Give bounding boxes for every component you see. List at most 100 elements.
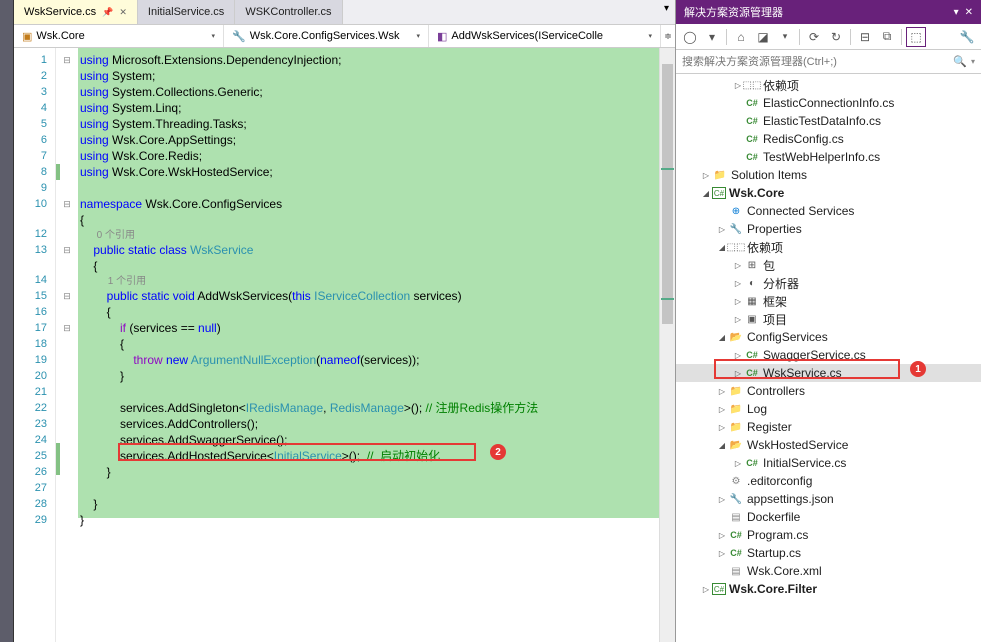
tree-row[interactable]: ▷🔧Properties: [676, 220, 981, 238]
search-input[interactable]: [682, 56, 953, 68]
cs-icon: C#: [728, 546, 744, 560]
tree-row[interactable]: ▤Wsk.Core.xml: [676, 562, 981, 580]
pin-icon[interactable]: 📌: [102, 7, 113, 18]
sync-icon[interactable]: ⟳: [804, 27, 824, 47]
nav-class[interactable]: 🔧 Wsk.Core.ConfigServices.Wsk ▾: [224, 25, 429, 47]
expand-icon[interactable]: ▷: [716, 423, 728, 432]
cs-icon: C#: [744, 132, 760, 146]
proj-icon: C#: [712, 583, 726, 595]
tree-label: ElasticConnectionInfo.cs: [763, 96, 894, 110]
tree-row[interactable]: ⚙.editorconfig: [676, 472, 981, 490]
tab-overflow[interactable]: ▾: [658, 0, 675, 24]
expand-icon[interactable]: ▷: [716, 531, 728, 540]
split-icon[interactable]: ≑: [661, 31, 675, 42]
refresh-icon[interactable]: ↻: [826, 27, 846, 47]
code-content[interactable]: using Microsoft.Extensions.DependencyInj…: [78, 48, 659, 642]
back-icon[interactable]: ◯: [680, 27, 700, 47]
showfiles-icon[interactable]: ⬚: [906, 27, 926, 47]
tab-initialservice[interactable]: InitialService.cs: [138, 0, 235, 24]
tree-row[interactable]: ◢📂ConfigServices: [676, 328, 981, 346]
expand-icon[interactable]: ◢: [716, 441, 728, 450]
tree-label: Controllers: [747, 384, 805, 398]
filter-icon[interactable]: ▾: [775, 27, 795, 47]
tree-row[interactable]: ▷C#Wsk.Core.Filter: [676, 580, 981, 598]
tree-row[interactable]: ▷📁Log: [676, 400, 981, 418]
tree-row[interactable]: ◢C#Wsk.Core: [676, 184, 981, 202]
tree-row[interactable]: C#ElasticConnectionInfo.cs: [676, 94, 981, 112]
expand-icon[interactable]: ◢: [716, 333, 728, 342]
expand-icon[interactable]: ▷: [716, 549, 728, 558]
ref-icon: ▦: [744, 294, 760, 308]
tree-row[interactable]: ▷C#InitialService.cs: [676, 454, 981, 472]
tree-label: .editorconfig: [747, 474, 812, 488]
copy-icon[interactable]: ⧉: [877, 27, 897, 47]
expand-icon[interactable]: ▷: [732, 459, 744, 468]
expand-icon[interactable]: ▷: [716, 225, 728, 234]
expand-icon[interactable]: ▷: [732, 261, 744, 270]
tab-wskservice[interactable]: WskService.cs 📌 ✕: [14, 0, 138, 24]
cs-icon: C#: [744, 114, 760, 128]
solution-tree[interactable]: 1 ▷⬚⬚依赖项C#ElasticConnectionInfo.csC#Elas…: [676, 74, 981, 642]
expand-icon[interactable]: ▷: [700, 171, 712, 180]
expand-icon[interactable]: ▷: [716, 405, 728, 414]
tree-label: RedisConfig.cs: [763, 132, 844, 146]
close-icon[interactable]: ✕: [965, 7, 973, 18]
search-dd-icon[interactable]: ▾: [971, 57, 975, 66]
properties-icon[interactable]: 🔧: [957, 27, 977, 47]
ref-icon: ◐: [744, 276, 760, 290]
scroll-thumb[interactable]: [662, 64, 673, 324]
expand-icon[interactable]: ▷: [716, 495, 728, 504]
tree-row[interactable]: ▷🔧appsettings.json: [676, 490, 981, 508]
tree-row[interactable]: C#TestWebHelperInfo.cs: [676, 148, 981, 166]
json-icon: ▤: [728, 510, 744, 524]
expand-icon[interactable]: ▷: [732, 369, 744, 378]
tree-row[interactable]: ◢⬚⬚依赖项: [676, 238, 981, 256]
tree-row[interactable]: ▷C#Program.cs: [676, 526, 981, 544]
nav-label: AddWskServices(IServiceColle: [451, 30, 603, 42]
dropdown-icon[interactable]: ▾: [954, 7, 959, 18]
scrollbar-vertical[interactable]: [659, 48, 675, 642]
expand-icon[interactable]: ▷: [732, 315, 744, 324]
collapse-icon[interactable]: ⊟: [855, 27, 875, 47]
home-icon[interactable]: ⌂: [731, 27, 751, 47]
tree-label: WskHostedService: [747, 438, 848, 452]
tree-row[interactable]: ▷⊞包: [676, 256, 981, 274]
tree-row[interactable]: ⊕Connected Services: [676, 202, 981, 220]
panel-title: 解决方案资源管理器: [684, 4, 783, 20]
expand-icon[interactable]: ▷: [732, 297, 744, 306]
tree-row[interactable]: ▷▣项目: [676, 310, 981, 328]
tree-label: Dockerfile: [747, 510, 800, 524]
expand-icon[interactable]: ◢: [700, 189, 712, 198]
tree-row[interactable]: ▷📁Solution Items: [676, 166, 981, 184]
expand-icon[interactable]: ▷: [732, 351, 744, 360]
nav-method[interactable]: ◧ AddWskServices(IServiceColle ▾: [429, 25, 661, 47]
tree-row[interactable]: C#ElasticTestDataInfo.cs: [676, 112, 981, 130]
tree-row[interactable]: ▤Dockerfile: [676, 508, 981, 526]
tree-row[interactable]: ▷C#Startup.cs: [676, 544, 981, 562]
tree-label: ConfigServices: [747, 330, 828, 344]
forward-icon[interactable]: ▾: [702, 27, 722, 47]
expand-icon[interactable]: ▷: [700, 585, 712, 594]
tab-wskcontroller[interactable]: WSKController.cs: [235, 0, 342, 24]
tree-row[interactable]: ▷C#WskService.cs: [676, 364, 981, 382]
nav-project[interactable]: ▣ Wsk.Core ▾: [14, 25, 224, 47]
tree-row[interactable]: C#RedisConfig.cs: [676, 130, 981, 148]
tree-row[interactable]: ◢📂WskHostedService: [676, 436, 981, 454]
change-marker: [56, 164, 60, 180]
expand-icon[interactable]: ▷: [732, 279, 744, 288]
tree-row[interactable]: ▷▦框架: [676, 292, 981, 310]
cs-icon: C#: [728, 528, 744, 542]
tree-row[interactable]: ▷📁Register: [676, 418, 981, 436]
expand-icon[interactable]: ▷: [716, 387, 728, 396]
tree-row[interactable]: ▷⬚⬚依赖项: [676, 76, 981, 94]
toggle-icon[interactable]: ◪: [753, 27, 773, 47]
solution-explorer: 解决方案资源管理器 ▾ ✕ ◯ ▾ ⌂ ◪ ▾ ⟳ ↻ ⊟ ⧉ ⬚ 🔧 🔍 ▾ …: [675, 0, 981, 642]
close-icon[interactable]: ✕: [119, 7, 127, 18]
tree-row[interactable]: ▷◐分析器: [676, 274, 981, 292]
editor-area[interactable]: 1234567891012131415161718192021222324252…: [14, 48, 675, 642]
tree-row[interactable]: ▷C#SwaggerService.cs: [676, 346, 981, 364]
search-box[interactable]: 🔍 ▾: [676, 50, 981, 74]
search-icon[interactable]: 🔍: [953, 55, 967, 68]
tree-row[interactable]: ▷📁Controllers: [676, 382, 981, 400]
overview-mark: [661, 168, 674, 170]
